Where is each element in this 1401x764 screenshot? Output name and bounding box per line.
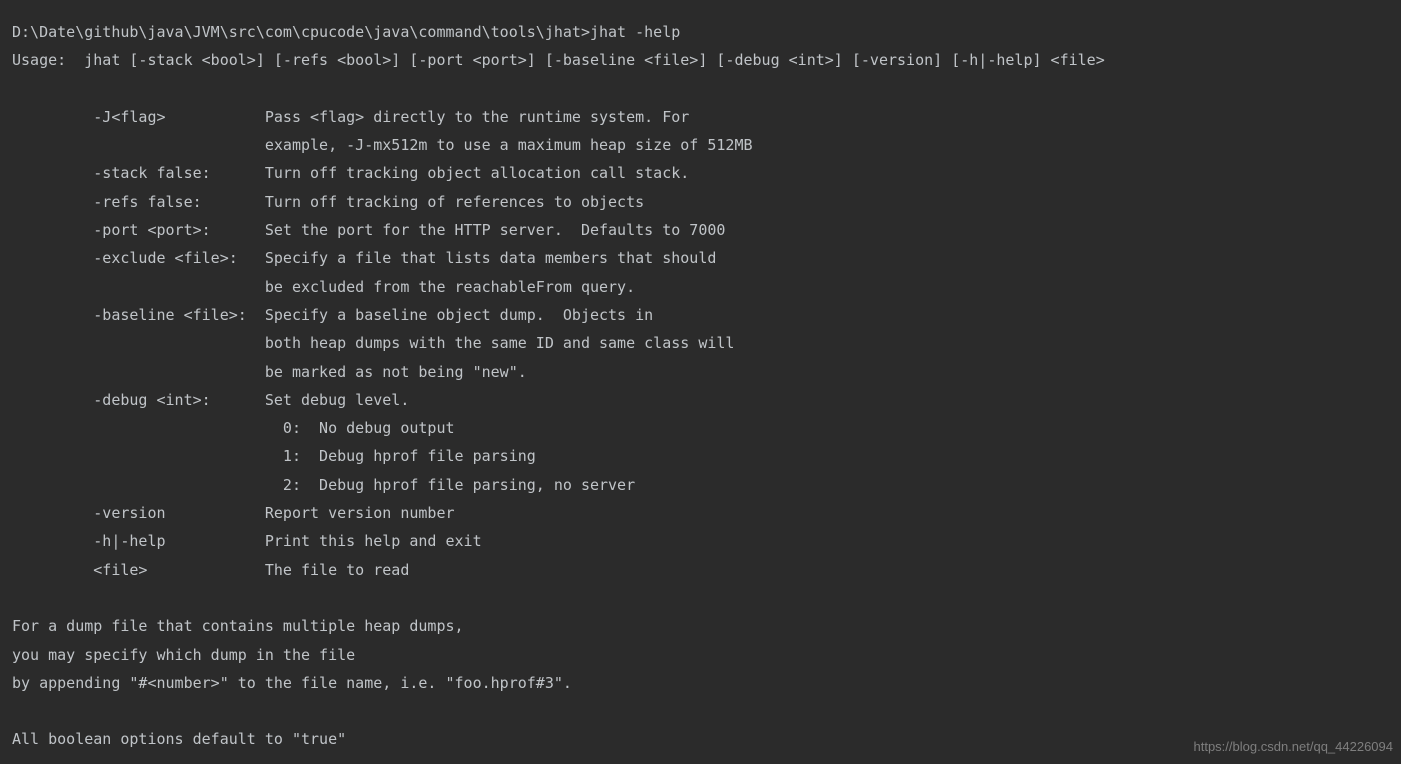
watermark-text: https://blog.csdn.net/qq_44226094 (1194, 739, 1394, 754)
usage-line: Usage: jhat [-stack <bool>] [-refs <bool… (12, 51, 1105, 69)
prompt-line: D:\Date\github\java\JVM\src\com\cpucode\… (12, 23, 680, 41)
command-text: jhat -help (590, 23, 680, 41)
terminal-output: D:\Date\github\java\JVM\src\com\cpucode\… (0, 0, 1401, 764)
options-block: -J<flag> Pass <flag> directly to the run… (12, 108, 753, 579)
footer-block: For a dump file that contains multiple h… (12, 617, 572, 748)
prompt: D:\Date\github\java\JVM\src\com\cpucode\… (12, 23, 590, 41)
